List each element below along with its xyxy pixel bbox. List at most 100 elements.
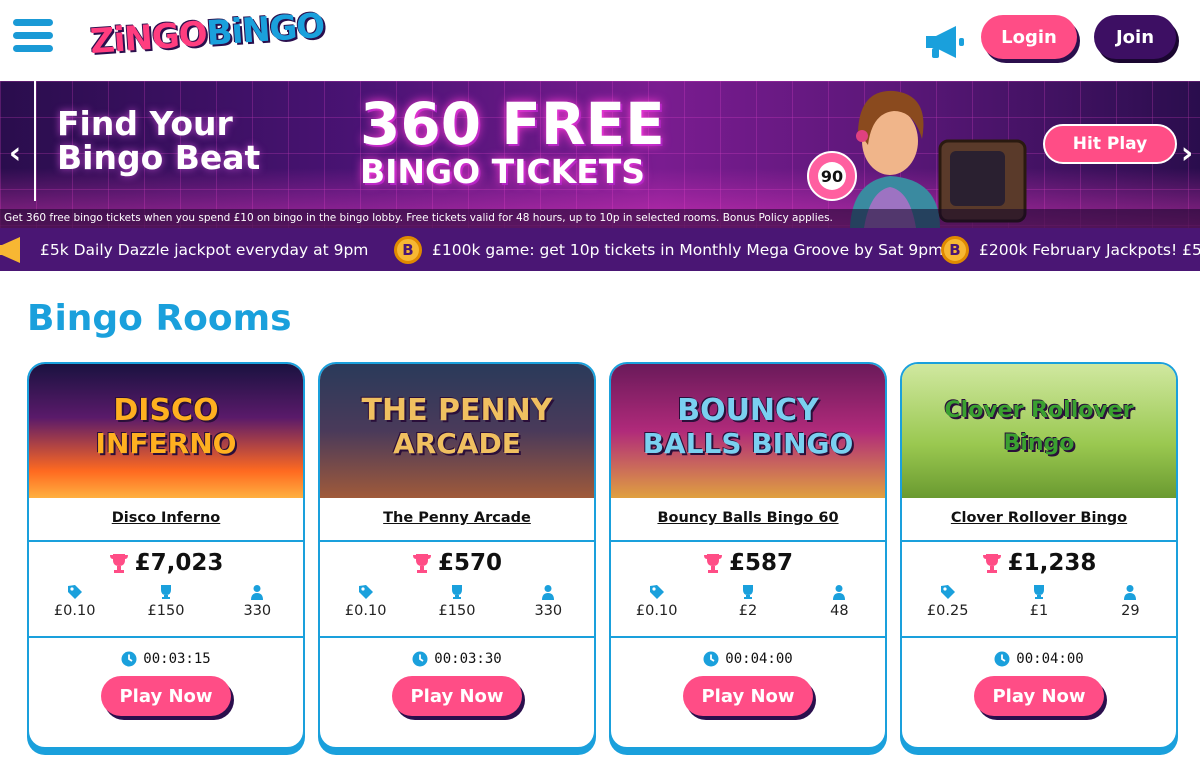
prize-value: £150 [438,603,476,619]
divider [320,540,594,542]
play-now-button[interactable]: Play Now [101,676,231,716]
bingo-room-card[interactable]: Clover Rollover Bingo Clover Rollover Bi… [900,362,1178,749]
trophy-icon [1033,585,1044,599]
room-name[interactable]: Bouncy Balls Bingo 60 [611,510,885,526]
room-art-line1: DISCO [113,393,219,428]
prize-stat: £150 [120,584,211,619]
user-icon [1124,585,1137,600]
room-name[interactable]: Disco Inferno [29,510,303,526]
login-button[interactable]: Login [981,15,1077,59]
room-timer: 00:04:00 [611,651,885,667]
bingo-room-card[interactable]: THE PENNY ARCADE The Penny Arcade £570 £… [318,362,596,749]
divider [29,540,303,542]
promo-banner[interactable]: ‹ Find Your Bingo Beat 360 FREE BINGO TI… [0,81,1200,228]
ticket-price: £0.10 [53,603,96,619]
price-tag-icon [67,585,82,599]
room-art-line2: INFERNO [95,427,237,460]
section-title: Bingo Rooms [27,298,292,339]
price-tag-icon [358,585,373,599]
trophy-icon [160,585,171,599]
logo-text-zingo: ZiNGO [88,14,208,63]
play-now-button[interactable]: Play Now [974,676,1104,716]
hamburger-menu-icon[interactable] [13,19,53,55]
ticket-price: £0.10 [344,603,387,619]
room-jackpot: £570 [320,550,594,576]
bingo-room-card[interactable]: DISCO INFERNO Disco Inferno £7,023 £0.10… [27,362,305,749]
ticker-item-text: £200k February Jackpots! £5 [979,240,1200,259]
room-art-title: THE PENNY ARCADE [320,394,594,460]
trophy-icon [451,585,462,599]
banner-divider [34,81,36,201]
room-stats: £0.10 £150 330 [29,584,303,619]
prize-value: £150 [147,603,185,619]
play-now-button[interactable]: Play Now [392,676,522,716]
user-icon [251,585,264,600]
site-logo[interactable]: ZiNGOBiNGO [89,6,326,62]
room-name[interactable]: The Penny Arcade [320,510,594,526]
prize-stat: £2 [702,584,793,619]
room-name[interactable]: Clover Rollover Bingo [902,510,1176,526]
trophy-icon [412,554,431,573]
room-thumbnail[interactable]: THE PENNY ARCADE [320,364,594,498]
room-art-line2: BALLS BINGO [642,427,854,460]
logo-text-bingo: BiNGO [205,5,326,54]
megaphone-icon[interactable] [922,24,966,60]
divider [902,636,1176,638]
price-tag-icon [940,585,955,599]
ticker-item[interactable]: £5k Daily Dazzle jackpot everyday at 9pm [40,228,368,271]
players-count: 330 [534,603,563,619]
players-stat: 48 [794,584,885,619]
clock-icon [703,651,719,667]
coin-icon: B [394,235,422,264]
prize-stat: £1 [993,584,1084,619]
user-icon [833,585,846,600]
room-stats: £0.25 £1 29 [902,584,1176,619]
room-stats: £0.10 £2 48 [611,584,885,619]
chevron-right-icon[interactable]: › [1176,137,1198,171]
ticker-item-text: £100k game: get 10p tickets in Monthly M… [432,240,944,259]
bingo-room-card[interactable]: BOUNCY BALLS BINGO Bouncy Balls Bingo 60… [609,362,887,749]
room-thumbnail[interactable]: BOUNCY BALLS BINGO [611,364,885,498]
room-art-line1: THE PENNY [361,393,553,428]
price-tag-icon [649,585,664,599]
room-timer: 00:03:30 [320,651,594,667]
join-button[interactable]: Join [1094,15,1176,59]
divider [320,636,594,638]
megaphone-icon [0,237,20,263]
banner-headline: 360 FREE [360,90,665,158]
room-art-title: BOUNCY BALLS BINGO [611,394,885,460]
divider [611,540,885,542]
room-timer: 00:03:15 [29,651,303,667]
ticket-price-stat: £0.10 [29,584,120,619]
divider [902,540,1176,542]
room-thumbnail[interactable]: Clover Rollover Bingo [902,364,1176,498]
countdown: 00:04:00 [725,651,793,667]
site-header: ZiNGOBiNGO Login Join [0,0,1200,80]
chevron-left-icon[interactable]: ‹ [4,137,26,171]
jackpot-amount: £570 [437,550,502,576]
banner-subheadline: BINGO TICKETS [360,152,646,191]
room-art-title: Clover Rollover Bingo [902,394,1176,460]
room-art-line1: BOUNCY [677,393,819,428]
banner-tagline-line1: Find Your [57,104,233,143]
ticker-item[interactable]: B £200k February Jackpots! £5 [941,228,1200,271]
banner-tagline: Find Your Bingo Beat [57,107,260,175]
clock-icon [412,651,428,667]
room-jackpot: £1,238 [902,550,1176,576]
room-jackpot: £7,023 [29,550,303,576]
hit-play-button[interactable]: Hit Play [1043,124,1177,164]
room-stats: £0.10 £150 330 [320,584,594,619]
jackpot-amount: £587 [728,550,793,576]
play-now-button[interactable]: Play Now [683,676,813,716]
room-thumbnail[interactable]: DISCO INFERNO [29,364,303,498]
ticker-item[interactable]: B £100k game: get 10p tickets in Monthly… [394,228,943,271]
trophy-icon [109,554,128,573]
countdown: 00:03:15 [143,651,211,667]
bingo-ball-number: 90 [821,167,843,186]
room-art-line1: Clover Rollover [944,398,1134,423]
players-stat: 330 [503,584,594,619]
room-art-line2: Bingo [1003,431,1075,456]
trophy-icon [703,554,722,573]
countdown: 00:04:00 [1016,651,1084,667]
players-count: 330 [243,603,272,619]
